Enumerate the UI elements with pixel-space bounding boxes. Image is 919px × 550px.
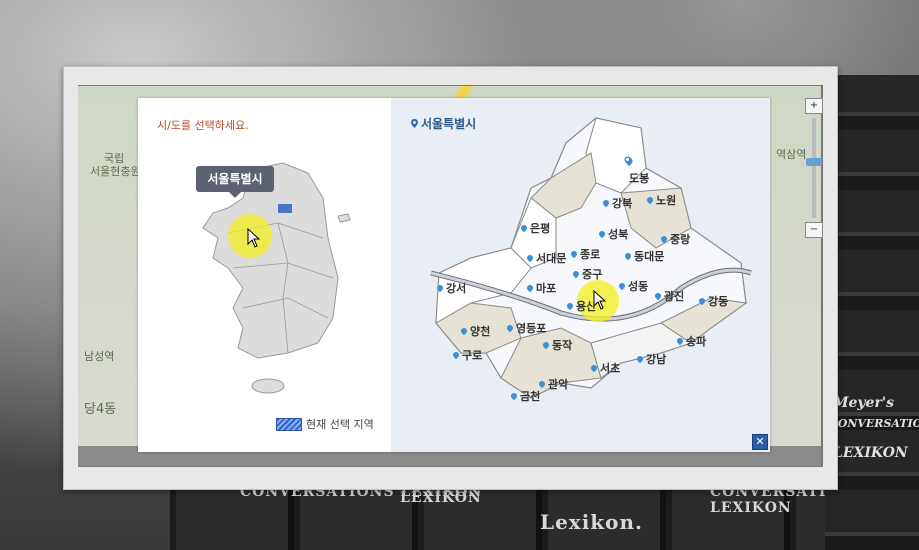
district-label[interactable]: 서대문 xyxy=(525,250,566,266)
district-label[interactable]: 도봉 xyxy=(629,170,649,186)
district-label[interactable]: 서초 xyxy=(589,360,620,376)
book-spine-text: Lexikon. xyxy=(540,510,644,534)
select-prompt: 시/도를 선택하세요. xyxy=(157,119,249,132)
seoul-pane: 서울특별시 도봉 노원 강북 은평 성북 중랑 종로 서대문 동대문 중구 강서 xyxy=(391,98,770,452)
district-label[interactable]: 광진 xyxy=(653,288,684,304)
district-label[interactable]: 강북 xyxy=(601,195,632,211)
map-label: 서울현충원 xyxy=(90,165,141,178)
map-pin-icon xyxy=(569,249,579,259)
korea-map[interactable] xyxy=(188,158,368,408)
map-pin-icon xyxy=(541,340,551,350)
korea-mainland[interactable] xyxy=(202,162,339,359)
map-pin-icon xyxy=(459,326,469,336)
cursor-icon xyxy=(247,228,261,248)
district-label[interactable]: 은평 xyxy=(519,220,550,236)
district-label[interactable]: 영등포 xyxy=(505,320,546,336)
jeju-island[interactable] xyxy=(251,378,285,394)
map-pin-icon xyxy=(451,350,461,360)
zoom-slider-handle[interactable] xyxy=(806,158,822,166)
district-label[interactable]: 관악 xyxy=(537,376,568,392)
map-label: 역삼역 xyxy=(776,148,807,161)
district-label[interactable]: 송파 xyxy=(675,333,706,349)
close-icon[interactable]: ✕ xyxy=(752,434,768,450)
book-spine-text: LEXIKON xyxy=(400,490,482,506)
map-pin-icon xyxy=(653,291,663,301)
map-pin-icon xyxy=(635,354,645,364)
district-label[interactable]: 강남 xyxy=(635,351,666,367)
map-pin-icon xyxy=(697,296,707,306)
seoul-selected-marker[interactable] xyxy=(278,204,292,213)
map-pin-icon xyxy=(435,283,445,293)
book-spine-text: LEXIKON xyxy=(833,445,908,461)
district-label[interactable]: 종로 xyxy=(569,246,600,262)
map-label: 당4동 xyxy=(84,402,117,417)
map-pin-icon xyxy=(525,283,535,293)
map-pin-icon xyxy=(597,229,607,239)
legend-label: 현재 선택 지역 xyxy=(306,418,374,431)
region-select-dialog: 시/도를 선택하세요. 서울특별시 현재 선택 지역 서울특별시 도봉 노원 강… xyxy=(138,98,770,452)
map-pin-icon xyxy=(505,323,515,333)
legend-swatch xyxy=(276,417,302,431)
ulleung-island[interactable] xyxy=(337,213,351,223)
district-label[interactable]: 성동 xyxy=(617,278,648,294)
map-pin-icon xyxy=(623,251,633,261)
map-pin-icon xyxy=(565,301,575,311)
district-label[interactable]: 노원 xyxy=(645,192,676,208)
map-label: 남성역 xyxy=(84,350,115,363)
map-pin-icon xyxy=(675,336,685,346)
map-pin-icon xyxy=(617,281,627,291)
district-label[interactable]: 동작 xyxy=(541,337,572,353)
map-pin-icon xyxy=(525,253,535,263)
district-label[interactable]: 용산 xyxy=(565,298,596,314)
district-label[interactable]: 구로 xyxy=(451,347,482,363)
legend: 현재 선택 지역 xyxy=(276,416,374,432)
district-label[interactable]: 마포 xyxy=(525,280,556,296)
map-pin-icon xyxy=(519,223,529,233)
zoom-slider[interactable] xyxy=(806,118,822,218)
district-label[interactable] xyxy=(622,154,635,167)
district-label[interactable]: 강서 xyxy=(435,280,466,296)
zoom-in-icon[interactable]: + xyxy=(805,98,823,114)
district-label[interactable]: 양천 xyxy=(459,323,490,339)
map-pin-icon xyxy=(571,269,581,279)
map-pin-icon xyxy=(509,391,519,401)
district-label[interactable]: 동대문 xyxy=(623,248,664,264)
map-pin-icon xyxy=(589,363,599,373)
district-label[interactable]: 중구 xyxy=(571,266,602,282)
map-pin-icon xyxy=(601,198,611,208)
map-pin-icon xyxy=(659,234,669,244)
district-label[interactable]: 금천 xyxy=(509,388,540,404)
map-zoom-control[interactable]: + − xyxy=(804,96,824,256)
book-spine-text: CONVERSATIONS xyxy=(829,417,919,430)
province-pane: 시/도를 선택하세요. 서울특별시 현재 선택 지역 xyxy=(138,98,391,452)
book-spine-text: Meyer's xyxy=(833,395,894,411)
zoom-out-icon[interactable]: − xyxy=(805,222,823,238)
region-tooltip: 서울특별시 xyxy=(196,166,274,198)
district-label[interactable]: 성북 xyxy=(597,226,628,242)
district-label[interactable]: 강동 xyxy=(697,293,728,309)
district-label[interactable]: 중랑 xyxy=(659,231,690,247)
map-pin-icon xyxy=(537,379,547,389)
map-pin-icon xyxy=(645,195,655,205)
right-book-spine: Meyer's CONVERSATIONS LEXIKON xyxy=(825,75,919,550)
